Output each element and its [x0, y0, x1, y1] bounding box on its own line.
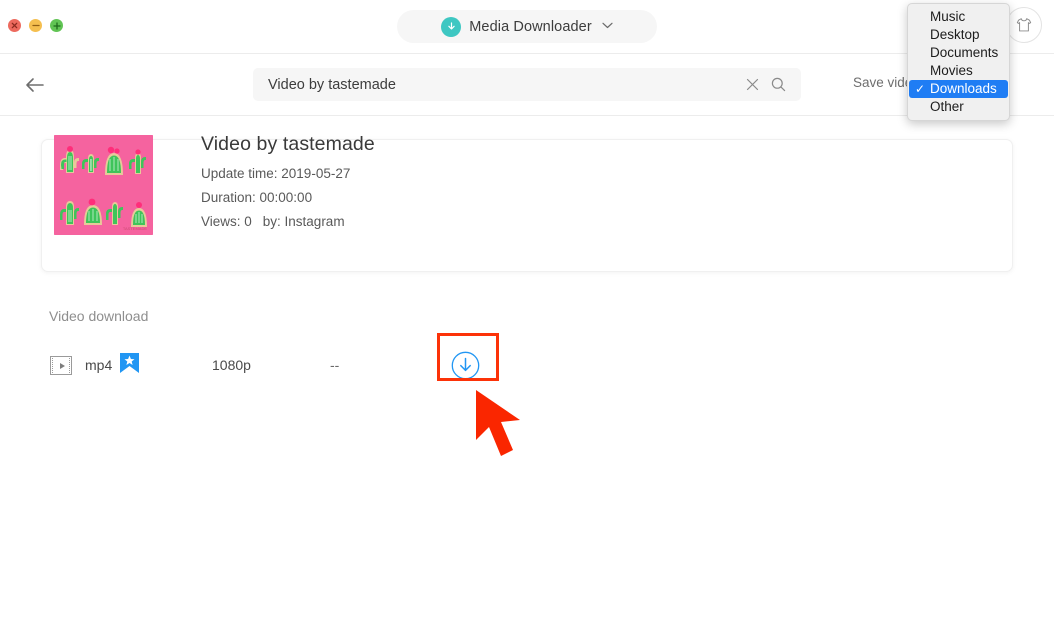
- download-button[interactable]: [451, 351, 480, 380]
- menu-item-label: Downloads: [930, 81, 997, 97]
- search-input-value[interactable]: Video by tastemade: [253, 77, 739, 93]
- quality-label: 1080p: [212, 357, 251, 373]
- menu-item-movies[interactable]: ✓ Movies: [909, 62, 1008, 80]
- check-icon: ✓: [915, 29, 930, 41]
- tshirt-icon[interactable]: [1006, 7, 1042, 43]
- menu-item-label: Desktop: [930, 27, 980, 43]
- menu-item-label: Music: [930, 9, 966, 25]
- video-views: Views: 0: [201, 213, 252, 229]
- video-source: by: Instagram: [262, 213, 345, 229]
- window-controls: [8, 19, 63, 32]
- format-label: mp4: [85, 357, 113, 373]
- svg-text:TASTEMADE: TASTEMADE: [123, 226, 147, 231]
- film-icon: [50, 356, 72, 375]
- toolbar: Video by tastemade Save video to:: [0, 54, 1054, 116]
- download-option-row: mp4 1080p --: [49, 344, 1009, 386]
- main-content: TASTEMADE Video by tastemade Update time…: [0, 116, 1054, 630]
- menu-item-music[interactable]: ✓ Music: [909, 8, 1008, 26]
- video-download-section-label: Video download: [49, 308, 149, 324]
- video-metadata: Video by tastemade Update time: 2019-05-…: [201, 133, 901, 239]
- minimize-window-button[interactable]: [29, 19, 42, 32]
- save-location-dropdown-menu[interactable]: ✓ Music ✓ Desktop ✓ Documents ✓ Movies ✓…: [907, 3, 1010, 121]
- video-update-time: Update time: 2019-05-27: [201, 166, 351, 181]
- video-thumbnail: TASTEMADE: [54, 135, 153, 235]
- app-title-label: Media Downloader: [469, 18, 592, 35]
- check-icon: ✓: [915, 65, 930, 77]
- video-duration: Duration: 00:00:00: [201, 189, 313, 205]
- download-arrow-icon: [441, 16, 462, 37]
- check-icon: ✓: [915, 101, 930, 113]
- check-icon: ✓: [915, 47, 930, 59]
- video-title: Video by tastemade: [201, 133, 375, 155]
- maximize-window-button[interactable]: [50, 19, 63, 32]
- menu-item-other[interactable]: ✓ Other: [909, 98, 1008, 116]
- app-title-pill[interactable]: Media Downloader: [397, 10, 657, 43]
- star-badge: [120, 353, 139, 373]
- video-views-source: Views: 0 by: Instagram: [201, 213, 901, 230]
- title-bar: Media Downloader: [0, 0, 1054, 54]
- back-arrow-icon[interactable]: [22, 72, 48, 98]
- close-icon[interactable]: [739, 72, 765, 98]
- search-icon[interactable]: [765, 72, 791, 98]
- check-icon: ✓: [915, 82, 926, 96]
- menu-item-label: Other: [930, 99, 964, 115]
- chevron-down-icon[interactable]: [602, 21, 613, 32]
- media-downloader-window: Media Downloader Video by tastemade Save…: [0, 0, 1054, 630]
- check-icon: ✓: [915, 11, 930, 23]
- search-input[interactable]: Video by tastemade: [253, 68, 801, 101]
- menu-item-label: Documents: [930, 45, 999, 61]
- menu-item-documents[interactable]: ✓ Documents: [909, 44, 1008, 62]
- menu-item-downloads[interactable]: ✓ Downloads: [909, 80, 1008, 98]
- menu-item-label: Movies: [930, 63, 973, 79]
- menu-item-desktop[interactable]: ✓ Desktop: [909, 26, 1008, 44]
- close-window-button[interactable]: [8, 19, 21, 32]
- filesize-label: --: [330, 357, 340, 373]
